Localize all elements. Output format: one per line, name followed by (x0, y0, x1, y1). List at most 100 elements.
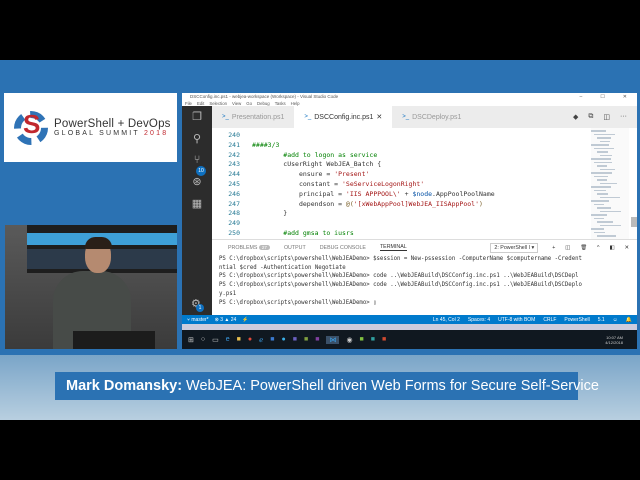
editor-tab[interactable]: >_ DSCDeploy.ps1 (392, 106, 472, 128)
tab-debug-console[interactable]: DEBUG CONSOLE (320, 245, 366, 251)
speaker-video (5, 225, 177, 349)
code-line: 242 #add to logon as service (212, 151, 637, 161)
editor-tabs: >_ Presentation.ps1 >_ DSCConfig.inc.ps1 ✕ >… (212, 106, 637, 128)
encoding-status[interactable]: UTF-8 with BOM (498, 317, 535, 323)
teams-icon[interactable]: ■ (293, 336, 297, 343)
summit-logo: PowerShell + DevOps GLOBAL SUMMIT 2018 (4, 93, 177, 162)
menu-item[interactable]: Go (246, 101, 252, 106)
close-tab-icon[interactable]: ✕ (376, 113, 382, 121)
trash-icon[interactable]: 🗑 (580, 245, 587, 251)
vscode-taskbar-icon[interactable]: ⋈ (326, 335, 340, 344)
tab-output[interactable]: OUTPUT (284, 245, 306, 251)
terminal-select[interactable]: 2: PowerShell I ▾ (490, 242, 539, 253)
code-token: #add gmsa to iusrs (252, 228, 354, 237)
code-token: dependson = (252, 199, 346, 208)
chevron-up-icon[interactable]: ^ (597, 245, 600, 251)
onenote-icon[interactable]: ■ (315, 336, 319, 343)
eol-status[interactable]: CRLF (543, 317, 556, 323)
search-icon[interactable]: ⚲ (193, 132, 201, 145)
logo-year: 2018 (143, 129, 169, 137)
scm-badge: 10 (196, 166, 206, 176)
menu-item[interactable]: Tasks (275, 101, 286, 106)
editor-tab[interactable]: >_ DSCConfig.inc.ps1 ✕ (294, 106, 393, 128)
app4-icon[interactable]: ■ (371, 336, 375, 343)
code-token: ensure = (252, 170, 335, 179)
cortana-icon[interactable]: ○ (201, 336, 205, 343)
explorer-icon[interactable]: ❐ (192, 110, 202, 123)
code-token: @( (345, 199, 354, 208)
line-number: 248 (228, 209, 240, 218)
vscode-window: DSCConfig.inc.ps1 - webjea-workspace (Wo… (182, 93, 637, 349)
maximize-button[interactable]: ☐ (600, 94, 604, 100)
outlook-icon[interactable]: ■ (270, 336, 274, 343)
editor-scrollbar[interactable] (631, 217, 637, 227)
new-terminal-icon[interactable]: + (552, 245, 555, 251)
terminal-output[interactable]: PS C:\dropbox\scripts\powershell\WebJEAD… (212, 255, 637, 307)
menu-item[interactable]: Selection (209, 101, 227, 106)
powerpoint-icon[interactable]: ■ (382, 336, 386, 343)
start-icon[interactable]: ⊞ (188, 336, 194, 344)
task-view-icon[interactable]: ▭ (212, 336, 219, 344)
app-icon[interactable]: ■ (304, 336, 308, 343)
close-button[interactable]: ✕ (623, 94, 627, 100)
chrome-icon[interactable]: ● (248, 336, 252, 343)
terminal-line: PS C:\dropbox\scripts\powershell\WebJEAD… (219, 282, 582, 289)
language-status[interactable]: PowerShell (564, 317, 589, 323)
menu-item[interactable]: Help (291, 101, 300, 106)
bell-icon[interactable]: 🔔 (626, 317, 632, 323)
tab-label: Presentation.ps1 (231, 113, 285, 121)
skype-icon[interactable]: ● (282, 336, 286, 343)
branch-status[interactable]: ⑂ master* (187, 317, 209, 323)
tab-label: DSCDeploy.ps1 (412, 113, 462, 121)
menu-item[interactable]: Edit (197, 101, 204, 106)
position-status[interactable]: Ln 45, Col 2 (433, 317, 460, 323)
terminal-line: PS C:\dropbox\scripts\powershell\WebJEAD… (219, 256, 582, 262)
code-line: 240 (212, 131, 637, 141)
problems-status[interactable]: ⊗ 3 ▲ 24 (215, 317, 237, 323)
extensions-icon[interactable]: ▦ (192, 197, 202, 210)
line-number: 240 (228, 131, 240, 139)
code-line: 248 } (212, 209, 637, 219)
speaker-name: Mark Domansky: (66, 378, 183, 394)
edge-icon[interactable]: e (226, 336, 230, 343)
code-line: 247 dependson = @('[xWebAppPool]WebJEA_I… (212, 200, 637, 210)
file-explorer-icon[interactable]: ■ (237, 336, 241, 343)
terminal-panel: PROBLEMS 27 OUTPUT DEBUG CONSOLE TERMINA… (212, 239, 637, 316)
menu-item[interactable]: Debug (257, 101, 270, 106)
debug-icon[interactable]: ⊛ (192, 175, 201, 188)
split-editor-icon[interactable]: ◫ (603, 113, 610, 121)
feedback-icon[interactable]: ☺ (613, 317, 618, 323)
tab-problems[interactable]: PROBLEMS 27 (228, 244, 270, 251)
open-changes-icon[interactable]: ◆ (573, 113, 578, 121)
source-control-icon[interactable]: ⑂ (194, 154, 201, 166)
menu-item[interactable]: View (232, 101, 241, 106)
code-token: ####3/3 (252, 140, 280, 149)
code-line: 246 principal = 'IIS APPPOOL\' + $node .A… (212, 190, 637, 200)
code-line: 241 ####3/3 (212, 141, 637, 151)
app3-icon[interactable]: ■ (360, 336, 364, 343)
version-status[interactable]: 5.1 (598, 317, 605, 323)
split-terminal-icon[interactable]: ◫ (565, 245, 570, 251)
tab-terminal[interactable]: TERMINAL (379, 244, 407, 251)
code-token: .AppPoolPoolName (432, 189, 495, 198)
tab-label: DSCConfig.inc.ps1 (314, 113, 374, 121)
windows-taskbar: ⊞ ○ ▭ e ■ ● ℯ ■ ● ■ ■ ■ ⋈ ◉ ■ ■ ■ 10:07 … (182, 330, 637, 349)
clock[interactable]: 10:07 AM 4/12/2018 (605, 335, 637, 345)
line-number: 242 (228, 150, 240, 159)
app2-icon[interactable]: ◉ (346, 336, 352, 344)
problems-count: 27 (258, 244, 270, 250)
maximize-panel-icon[interactable]: ◧ (610, 245, 615, 251)
ie-icon[interactable]: ℯ (259, 336, 263, 344)
more-icon[interactable]: ··· (620, 113, 627, 121)
minimize-button[interactable]: – (580, 94, 583, 100)
line-number: 246 (228, 189, 240, 198)
code-token: principal = (252, 189, 346, 198)
menu-item[interactable]: File (185, 101, 192, 106)
editor-tab[interactable]: >_ Presentation.ps1 (212, 106, 295, 128)
indent-status[interactable]: Spaces: 4 (468, 317, 490, 323)
code-token: ) (478, 199, 483, 208)
window-title: DSCConfig.inc.ps1 - webjea-workspace (Wo… (190, 94, 339, 99)
close-panel-icon[interactable]: ✕ (625, 245, 629, 251)
line-number: 250 (228, 228, 240, 237)
preview-icon[interactable]: ⧉ (588, 113, 593, 121)
